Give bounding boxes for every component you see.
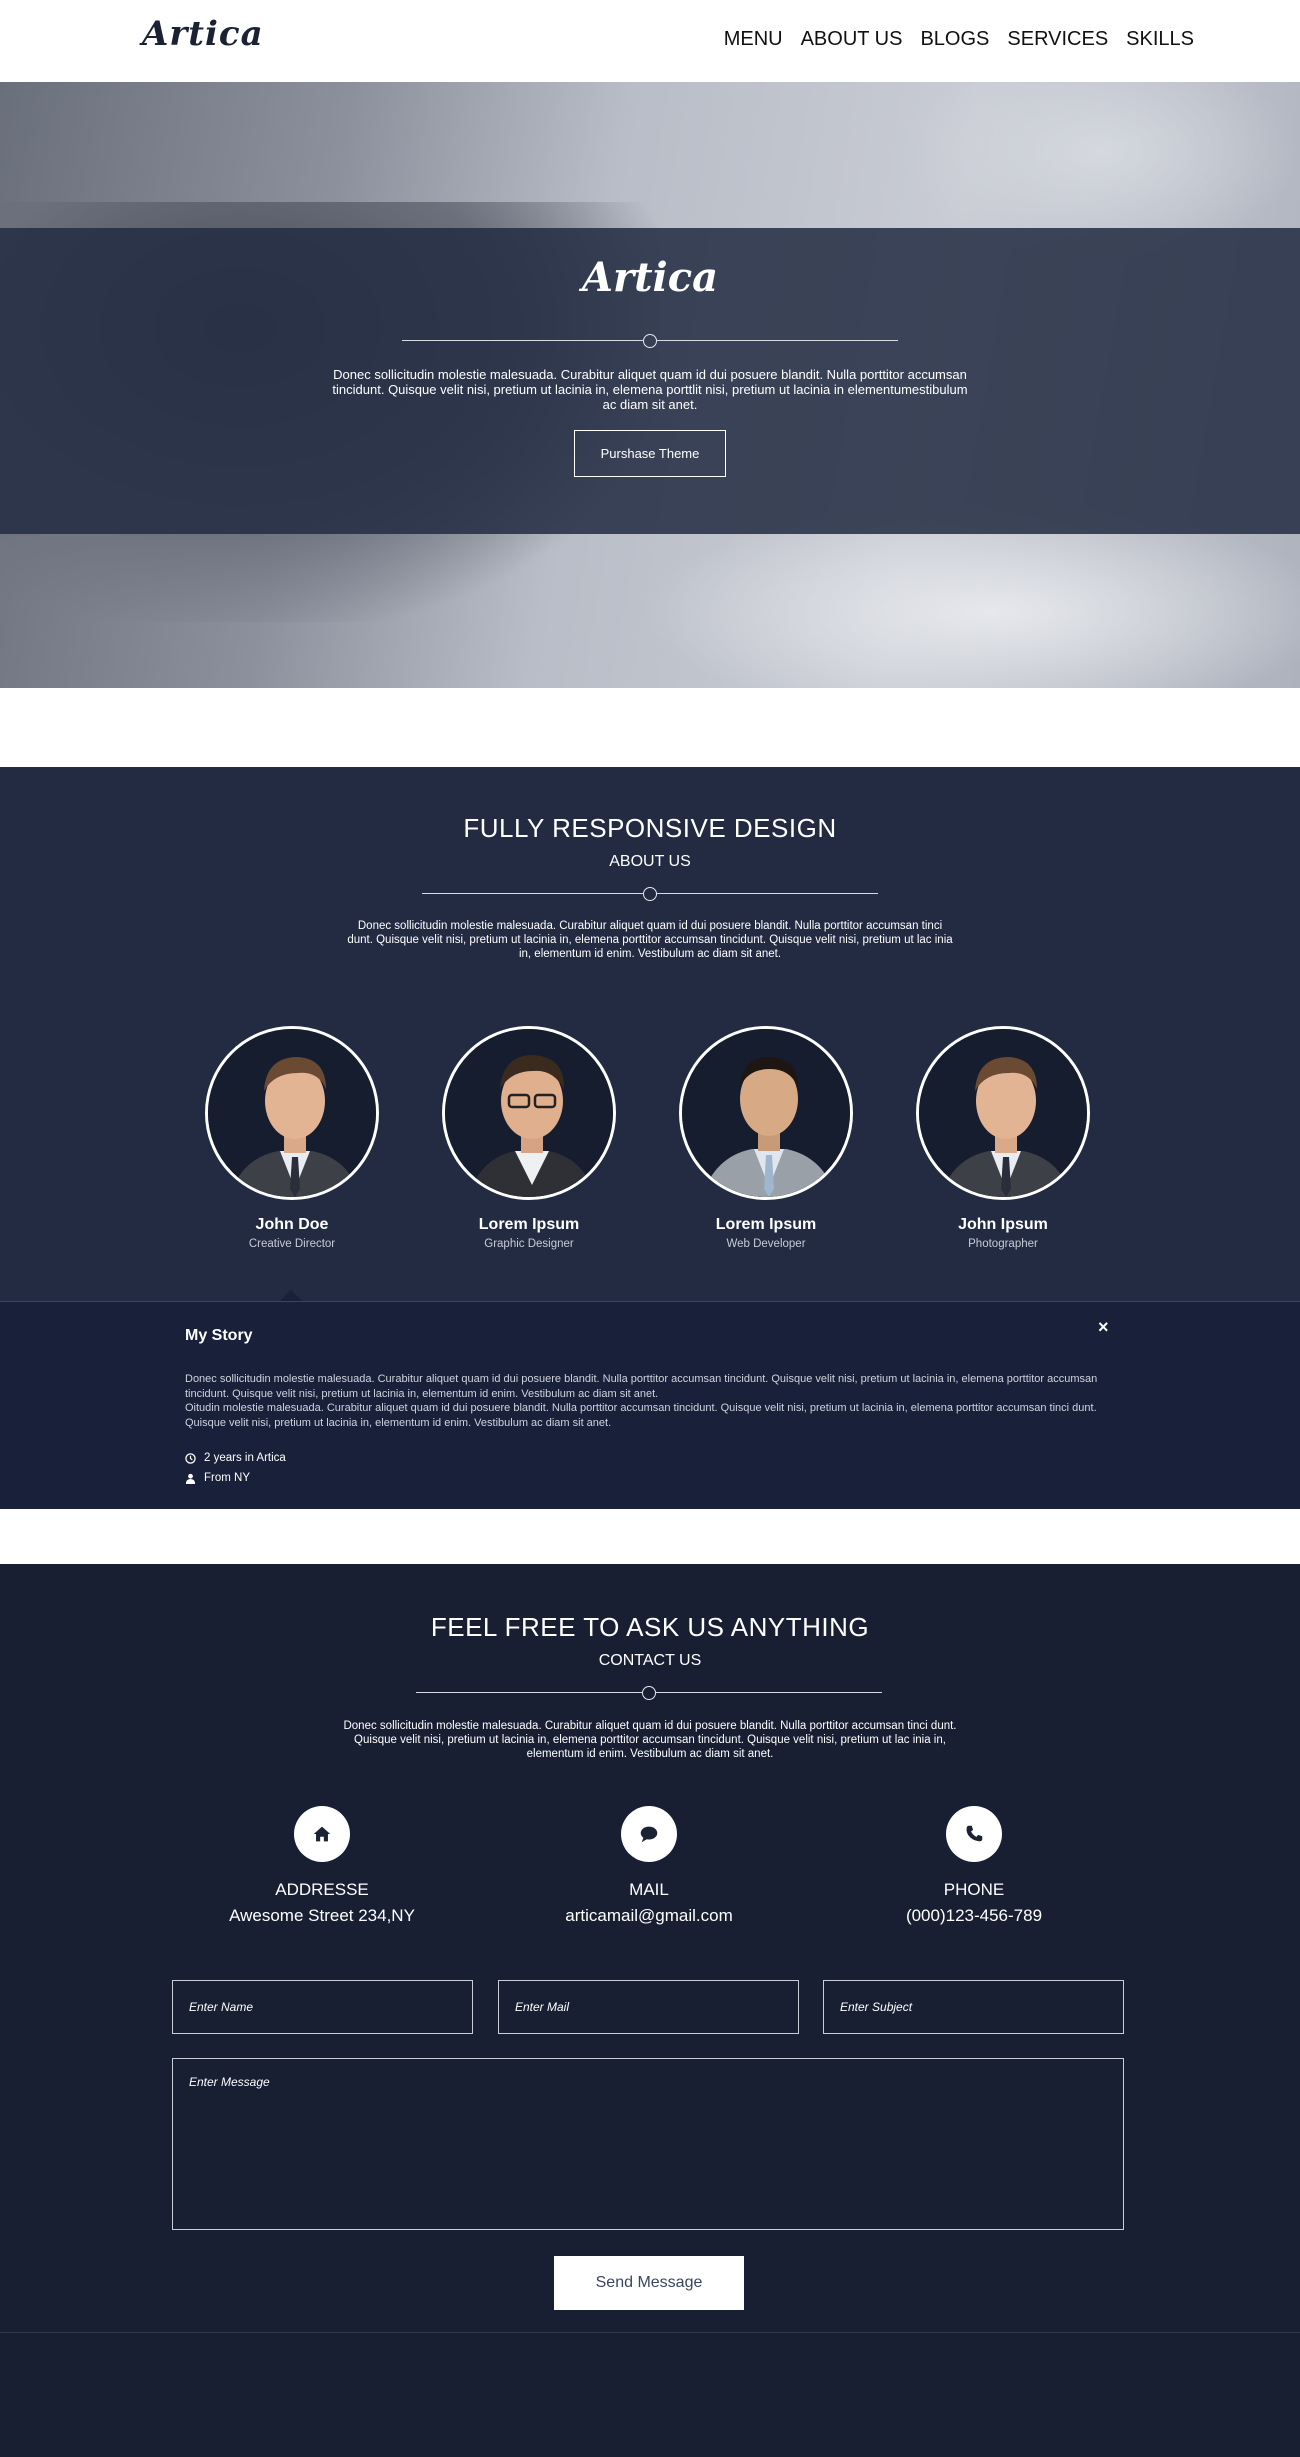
footer-divider [0,2332,1300,2333]
hero-title: Artica [581,254,719,301]
avatar [916,1026,1090,1200]
clock-icon [185,1452,196,1464]
hero-section: Artica Donec sollicitudin molestie males… [0,82,1300,688]
member-name: John Ipsum [958,1216,1048,1233]
message-textarea[interactable] [172,2058,1124,2230]
my-story-panel: My Story × Donec sollicitudin molestie m… [0,1301,1300,1509]
mail-input[interactable] [498,1980,799,2034]
info-value: Awesome Street 234,NY [229,1906,415,1925]
info-value: (000)123-456-789 [905,1906,1043,1925]
close-icon[interactable]: × [1098,1317,1109,1338]
nav-blogs[interactable]: BLOGS [920,28,989,51]
contact-title: FEEL FREE TO ASK US ANYTHING [430,1612,870,1642]
send-message-button[interactable]: Send Message [554,2256,744,2310]
team-member-card[interactable]: Lorem Ipsum Web Developer [666,1026,866,1250]
team-member-card[interactable]: John Doe Creative Director [192,1026,392,1250]
about-subtitle: ABOUT US [609,853,691,870]
story-meta-text: From NY [204,1472,250,1484]
member-name: Lorem Ipsum [715,1216,817,1233]
hero-description: Donec sollicitudin molestie malesuada. C… [332,367,968,412]
member-role: Photographer [968,1238,1038,1250]
story-meta-tenure: 2 years in Artica [185,1452,286,1464]
story-paragraph: Oitudin molestie malesuada. Curabitur al… [185,1402,1097,1429]
avatar [205,1026,379,1200]
avatar [442,1026,616,1200]
chat-bubble-icon [621,1806,677,1862]
story-pointer-arrow [280,1290,302,1301]
story-meta-text: 2 years in Artica [204,1452,286,1464]
phone-info: PHONE (000)123-456-789 [824,1806,1124,1926]
nav-about-us[interactable]: ABOUT US [801,28,903,51]
info-label: MAIL [629,1880,669,1899]
info-value: articamail@gmail.com [565,1906,733,1925]
site-header: Artica MENU ABOUT US BLOGS SERVICES SKIL… [0,0,1300,82]
contact-description: Donec sollicitudin molestie malesuada. C… [343,1720,957,1760]
story-meta-location: From NY [185,1472,250,1484]
nav-services[interactable]: SERVICES [1007,28,1108,51]
site-logo[interactable]: Artica [142,14,264,54]
about-title: FULLY RESPONSIVE DESIGN [463,813,837,843]
home-icon [294,1806,350,1862]
nav-menu[interactable]: MENU [724,28,783,51]
contact-subtitle: CONTACT US [598,1652,702,1669]
user-icon [185,1473,196,1484]
phone-icon [946,1806,1002,1862]
member-role: Graphic Designer [484,1238,574,1250]
info-label: ADDRESSE [275,1880,369,1899]
about-divider [422,887,878,901]
about-description: Donec sollicitudin molestie malesuada. C… [347,920,953,960]
story-text: Donec sollicitudin molestie malesuada. C… [185,1372,1105,1430]
contact-divider [416,1686,882,1700]
avatar [679,1026,853,1200]
info-label: PHONE [943,1880,1005,1899]
main-nav: MENU ABOUT US BLOGS SERVICES SKILLS [724,28,1194,51]
hero-divider [402,334,898,348]
about-section: FULLY RESPONSIVE DESIGN ABOUT US Donec s… [0,767,1300,1301]
team-member-card[interactable]: Lorem Ipsum Graphic Designer [429,1026,629,1250]
member-role: Creative Director [248,1238,336,1250]
story-paragraph: Donec sollicitudin molestie malesuada. C… [185,1373,1098,1400]
subject-input[interactable] [823,1980,1124,2034]
story-title: My Story [185,1327,253,1344]
member-name: John Doe [255,1216,329,1233]
team-member-card[interactable]: John Ipsum Photographer [903,1026,1103,1250]
nav-skills[interactable]: SKILLS [1126,28,1194,51]
purchase-theme-button[interactable]: Purshase Theme [574,430,726,477]
mail-info: MAIL articamail@gmail.com [499,1806,799,1926]
member-name: Lorem Ipsum [478,1216,580,1233]
address-info: ADDRESSE Awesome Street 234,NY [172,1806,472,1926]
member-role: Web Developer [726,1238,806,1250]
name-input[interactable] [172,1980,473,2034]
contact-section: FEEL FREE TO ASK US ANYTHING CONTACT US … [0,1564,1300,2457]
